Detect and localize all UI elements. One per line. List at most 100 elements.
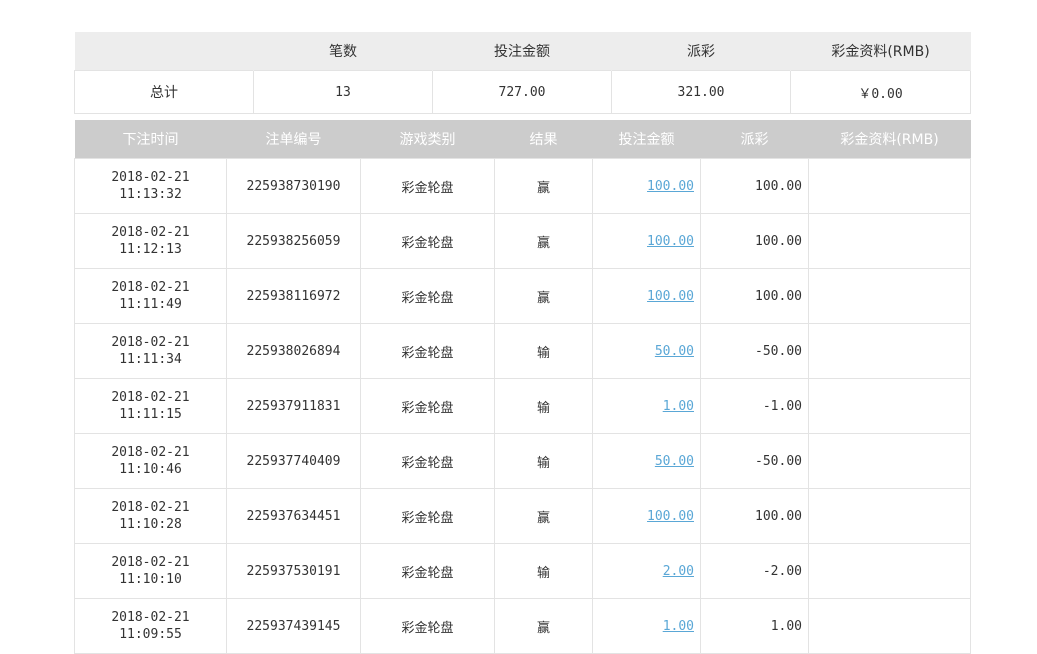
bet-amount-link[interactable]: 50.00: [655, 344, 694, 359]
table-row: 2018-02-21 11:10:28 225937634451 彩金轮盘赢 100.0…: [74, 488, 971, 544]
bet-id-cell: 225937439145: [226, 598, 361, 654]
bet-time-cell: 2018-02-21 11:10:10: [74, 543, 227, 599]
summary-total-row: 总计 13 727.00 321.00 ￥0.00: [74, 70, 971, 114]
bet-amount-link[interactable]: 1.00: [663, 399, 694, 414]
table-row: 2018-02-21 11:10:10 225937530191 彩金轮盘输 2.00-…: [74, 543, 971, 599]
summary-total-label: 总计: [74, 70, 254, 114]
result-cell: 赢: [494, 268, 593, 324]
bet-time: 11:12:13: [119, 242, 182, 257]
bet-date: 2018-02-21: [111, 500, 190, 515]
table-row: 2018-02-21 11:13:32 225938730190 彩金轮盘赢 100.0…: [74, 158, 971, 214]
bet-date: 2018-02-21: [111, 335, 190, 350]
bet-time: 11:10:46: [119, 462, 182, 477]
bet-time-cell: 2018-02-21 11:10:28: [74, 488, 227, 544]
bet-time-cell: 2018-02-21 11:11:34: [74, 323, 227, 379]
payout-cell: -50.00: [700, 433, 809, 489]
summary-header-jackpot: 彩金资料(RMB): [790, 32, 971, 71]
header-bet-time: 下注时间: [74, 120, 227, 159]
bet-amount-link[interactable]: 100.00: [647, 509, 694, 524]
payout-cell: -50.00: [700, 323, 809, 379]
bet-amount-link[interactable]: 2.00: [663, 564, 694, 579]
jackpot-cell: [808, 268, 971, 324]
summary-header-bet-amount: 投注金额: [432, 32, 612, 71]
header-bet-id: 注单编号: [226, 120, 361, 159]
summary-total-payout: 321.00: [611, 70, 791, 114]
payout-cell: 1.00: [700, 598, 809, 654]
bet-date: 2018-02-21: [111, 555, 190, 570]
bet-time: 11:10:28: [119, 517, 182, 532]
table-row: 2018-02-21 11:11:15 225937911831 彩金轮盘输 1.00-…: [74, 378, 971, 434]
payout-cell: 100.00: [700, 213, 809, 269]
bet-id-cell: 225938730190: [226, 158, 361, 214]
bet-amount-link[interactable]: 1.00: [663, 619, 694, 634]
bet-id-cell: 225937530191: [226, 543, 361, 599]
payout-cell: 100.00: [700, 268, 809, 324]
game-type-cell: 彩金轮盘: [360, 488, 495, 544]
header-bet-amount: 投注金额: [592, 120, 701, 159]
bet-id-cell: 225938026894: [226, 323, 361, 379]
bet-time-cell: 2018-02-21 11:10:46: [74, 433, 227, 489]
bet-time-cell: 2018-02-21 11:11:49: [74, 268, 227, 324]
bet-amount-link[interactable]: 50.00: [655, 454, 694, 469]
table-row: 2018-02-21 11:09:55 225937439145 彩金轮盘赢 1.00 1…: [74, 598, 971, 654]
summary-total-bet-amount: 727.00: [432, 70, 612, 114]
bet-amount-cell: 1.00: [592, 378, 701, 434]
payout-cell: -1.00: [700, 378, 809, 434]
game-type-cell: 彩金轮盘: [360, 433, 495, 489]
bet-time: 11:11:49: [119, 297, 182, 312]
bet-amount-cell: 1.00: [592, 598, 701, 654]
bet-time: 11:11:15: [119, 407, 182, 422]
bet-amount-link[interactable]: 100.00: [647, 234, 694, 249]
table-row: 2018-02-21 11:10:46 225937740409 彩金轮盘输 50.00…: [74, 433, 971, 489]
summary-total-jackpot: ￥0.00: [790, 70, 971, 114]
bet-date: 2018-02-21: [111, 390, 190, 405]
summary-header-payout: 派彩: [611, 32, 791, 71]
bet-amount-link[interactable]: 100.00: [647, 179, 694, 194]
bet-amount-cell: 100.00: [592, 158, 701, 214]
jackpot-cell: [808, 543, 971, 599]
bet-amount-link[interactable]: 100.00: [647, 289, 694, 304]
header-result: 结果: [494, 120, 593, 159]
bet-id-cell: 225937911831: [226, 378, 361, 434]
table-row: 2018-02-21 11:11:49 225938116972 彩金轮盘赢 100.0…: [74, 268, 971, 324]
bet-date: 2018-02-21: [111, 170, 190, 185]
bet-amount-cell: 2.00: [592, 543, 701, 599]
result-cell: 输: [494, 323, 593, 379]
jackpot-cell: [808, 488, 971, 544]
payout-cell: -2.00: [700, 543, 809, 599]
bet-time: 11:09:55: [119, 627, 182, 642]
bet-amount-cell: 100.00: [592, 213, 701, 269]
bet-amount-cell: 50.00: [592, 323, 701, 379]
game-type-cell: 彩金轮盘: [360, 543, 495, 599]
table-row: 2018-02-21 11:11:34 225938026894 彩金轮盘输 50.00…: [74, 323, 971, 379]
summary-header-blank: [74, 32, 254, 71]
game-type-cell: 彩金轮盘: [360, 213, 495, 269]
result-cell: 赢: [494, 488, 593, 544]
jackpot-cell: [808, 378, 971, 434]
result-cell: 赢: [494, 158, 593, 214]
jackpot-cell: [808, 213, 971, 269]
payout-cell: 100.00: [700, 158, 809, 214]
result-cell: 赢: [494, 598, 593, 654]
game-type-cell: 彩金轮盘: [360, 598, 495, 654]
jackpot-cell: [808, 323, 971, 379]
bet-history-panel: 笔数 投注金额 派彩 彩金资料(RMB) 总计 13 727.00 321.00…: [74, 32, 971, 654]
summary-header-count: 笔数: [253, 32, 433, 71]
result-cell: 输: [494, 378, 593, 434]
jackpot-cell: [808, 598, 971, 654]
result-cell: 赢: [494, 213, 593, 269]
header-payout: 派彩: [700, 120, 809, 159]
bet-date: 2018-02-21: [111, 610, 190, 625]
bet-time: 11:11:34: [119, 352, 182, 367]
header-jackpot: 彩金资料(RMB): [808, 120, 971, 159]
header-game-type: 游戏类别: [360, 120, 495, 159]
summary-header-row: 笔数 投注金额 派彩 彩金资料(RMB): [74, 32, 971, 71]
bet-id-cell: 225937740409: [226, 433, 361, 489]
summary-table: 笔数 投注金额 派彩 彩金资料(RMB) 总计 13 727.00 321.00…: [74, 32, 971, 114]
game-type-cell: 彩金轮盘: [360, 268, 495, 324]
result-cell: 输: [494, 543, 593, 599]
bet-time-cell: 2018-02-21 11:09:55: [74, 598, 227, 654]
game-type-cell: 彩金轮盘: [360, 378, 495, 434]
bet-amount-cell: 100.00: [592, 268, 701, 324]
result-cell: 输: [494, 433, 593, 489]
